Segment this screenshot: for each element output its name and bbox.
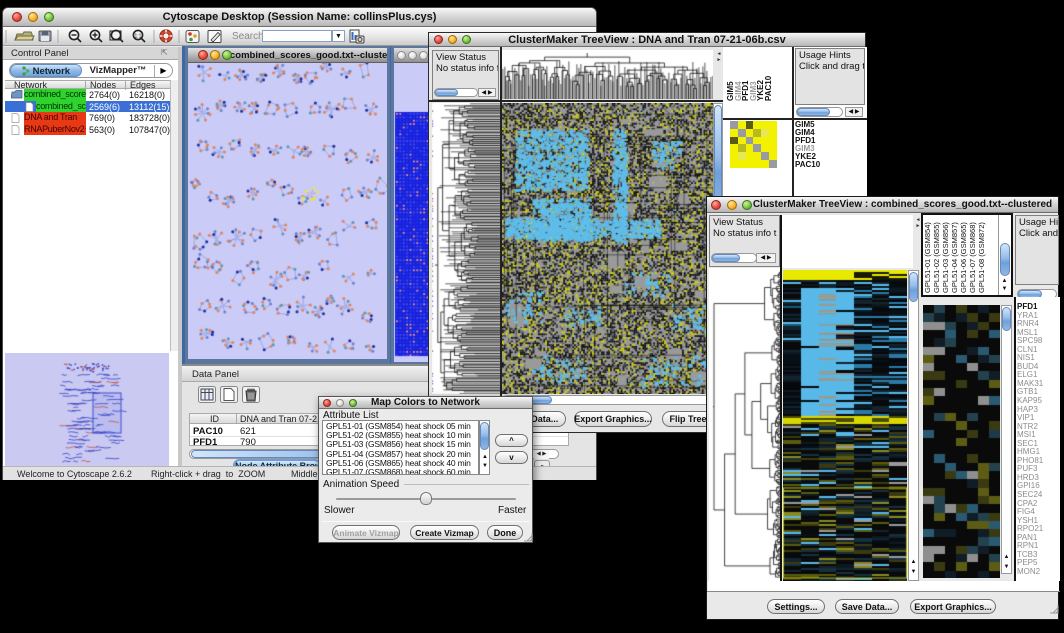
svg-text:1:1: 1:1 bbox=[135, 34, 142, 40]
